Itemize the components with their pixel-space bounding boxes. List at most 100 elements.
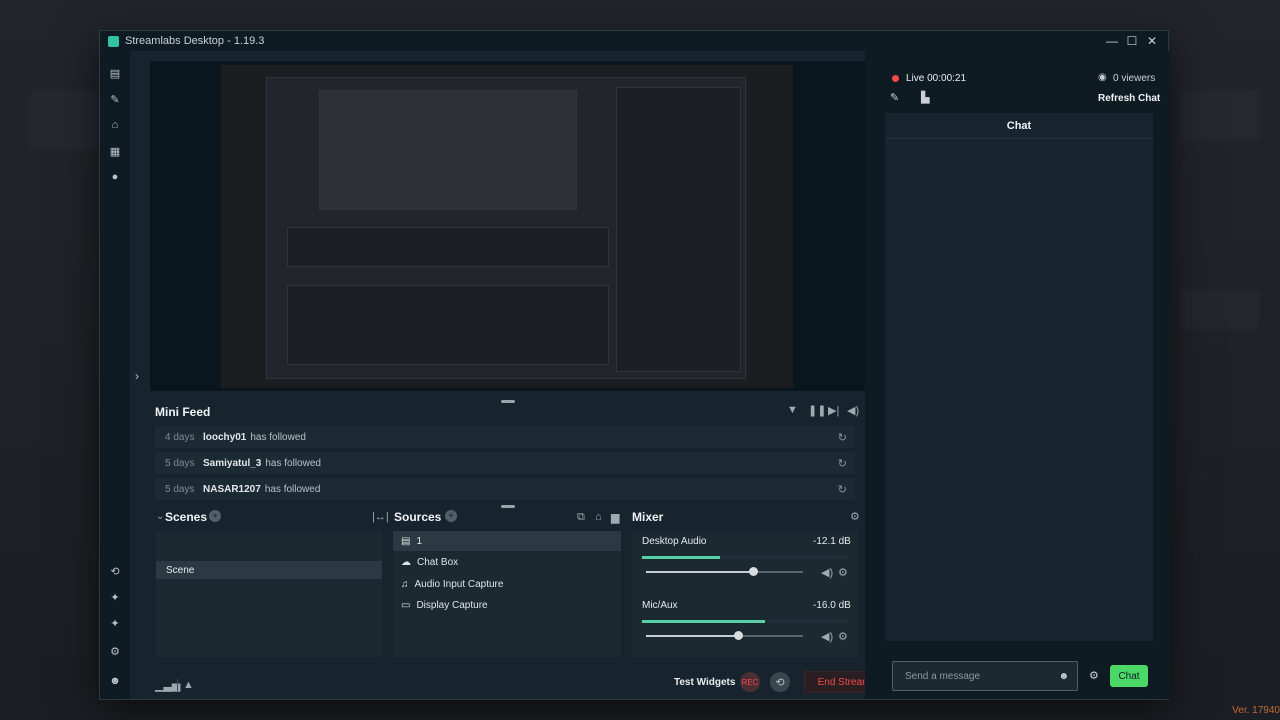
chat-settings-icon[interactable]: ⚙	[1089, 669, 1099, 682]
add-source-icon[interactable]: +	[445, 510, 457, 522]
chat-sidebar: Live 00:00:21 ◉ 0 viewers ✎ ▙ Refresh Ch…	[865, 51, 1170, 699]
chat-title: Chat	[1006, 120, 1032, 132]
eye-icon: ◉	[1098, 72, 1107, 83]
source-item[interactable]: ▭ Display Capture	[393, 595, 621, 615]
mixer-title: Mixer	[632, 510, 664, 524]
edit-icon[interactable]: ✎	[890, 91, 899, 104]
repeat-alert-icon[interactable]: ↻	[838, 483, 847, 496]
volume-icon[interactable]: ◀)	[847, 404, 859, 417]
volume-knob[interactable]	[749, 567, 758, 576]
mixer-channel-name: Mic/Aux	[642, 600, 678, 611]
source-item[interactable]: ☁ Chat Box	[393, 552, 621, 572]
channel-settings-icon[interactable]: ⚙	[838, 566, 848, 579]
stream-preview[interactable]	[150, 61, 865, 391]
drag-handle-docks[interactable]	[501, 505, 515, 508]
volume-slider[interactable]	[646, 571, 803, 573]
preview-display-capture	[221, 65, 793, 388]
maximize-button[interactable]: ☐	[1122, 31, 1142, 51]
volume-knob[interactable]	[734, 631, 743, 640]
scenes-collapse-chevron-icon[interactable]: ⌄	[156, 511, 164, 522]
record-button[interactable]: REC	[740, 672, 760, 692]
integrations-icon[interactable]: ⟲	[109, 565, 121, 578]
source-label: Display Capture	[416, 599, 488, 611]
left-navigation: ▤ ✎ ⌂ ▦ ● ⟲ ✦ ✦ ⚙ ☻	[100, 51, 130, 699]
chat-message-input[interactable]: Send a message ☻	[892, 661, 1078, 691]
alerts-icon[interactable]: ✦	[109, 617, 121, 630]
source-item[interactable]: ▤ 1	[393, 531, 621, 551]
settings-icon[interactable]: ⚙	[109, 645, 121, 658]
audio-meter	[642, 556, 847, 559]
feed-action: has followed	[264, 483, 321, 495]
expand-left-chevron-icon[interactable]: ›	[135, 369, 139, 383]
title-bar: Streamlabs Desktop - 1.19.3 — ☐ ✕	[100, 31, 1168, 51]
chat-divider	[885, 138, 1153, 139]
refresh-chat-button[interactable]: Refresh Chat	[1098, 93, 1160, 104]
replay-buffer-icon[interactable]: ⟲	[770, 672, 790, 692]
file-icon: ▤	[401, 535, 411, 547]
repeat-alert-icon[interactable]: ↻	[838, 457, 847, 470]
volume-slider[interactable]	[646, 635, 803, 637]
monitor-icon: ▭	[401, 599, 411, 611]
scene-collections-icon[interactable]: ▦	[109, 145, 121, 158]
live-timer: Live 00:00:21	[906, 73, 967, 84]
chat-placeholder: Send a message	[905, 670, 981, 682]
group-icon[interactable]: ⌂	[595, 511, 602, 523]
mixer-channel-db: -16.0 dB	[813, 600, 851, 611]
channel-settings-icon[interactable]: ⚙	[838, 630, 848, 643]
feed-time: 5 days	[165, 457, 195, 469]
nested-chat-panel	[616, 87, 741, 372]
chat-send-button[interactable]: Chat	[1110, 665, 1148, 687]
volume-slider-fill	[646, 635, 739, 637]
mixer-settings-icon[interactable]: ⚙	[850, 510, 860, 523]
popout-icon[interactable]: ▙	[921, 91, 929, 104]
feed-time: 5 days	[165, 483, 195, 495]
mute-icon[interactable]: ◀)	[821, 630, 833, 643]
feed-user: loochy01	[203, 431, 247, 443]
close-button[interactable]: ✕	[1142, 31, 1162, 51]
feed-user: Samiyatul_3	[203, 457, 262, 469]
pause-icon[interactable]: ❚❚	[808, 404, 826, 417]
nested-docks	[287, 285, 609, 365]
scenes-title: Scenes	[165, 510, 208, 524]
audio-meter-fill	[642, 620, 765, 623]
microphone-icon: ♫	[401, 578, 409, 590]
filter-icon[interactable]: ▼	[787, 404, 798, 416]
nested-screen-2	[319, 90, 577, 210]
store-icon[interactable]: ⌂	[109, 119, 121, 131]
mute-icon[interactable]: ◀)	[821, 566, 833, 579]
nested-minifeed	[287, 227, 609, 267]
profile-icon[interactable]: ☻	[109, 675, 121, 687]
app-logo-icon	[108, 35, 119, 47]
skip-icon[interactable]: ▶|	[828, 404, 839, 417]
sources-title: Sources	[394, 510, 442, 524]
selective-recording-icon[interactable]: ⧉	[577, 511, 585, 524]
studio-icon[interactable]: ▤	[109, 67, 121, 80]
record-icon[interactable]: ●	[109, 171, 121, 183]
folder-icon[interactable]: ▆	[611, 511, 619, 524]
window-title: Streamlabs Desktop - 1.19.3	[125, 35, 265, 47]
source-item[interactable]: ♫ Audio Input Capture	[393, 574, 621, 594]
chat-bubble-icon: ☁	[401, 556, 411, 568]
chat-area: Chat	[885, 113, 1153, 641]
feed-user: NASAR1207	[203, 483, 261, 495]
test-widgets-button[interactable]: Test Widgets	[674, 677, 735, 688]
feed-time: 4 days	[165, 431, 195, 443]
scenes-list	[156, 531, 382, 657]
feed-action: has followed	[265, 457, 321, 469]
themes-icon[interactable]: ✎	[109, 93, 121, 106]
footer-divider	[177, 679, 178, 691]
minifeed-title: Mini Feed	[155, 405, 211, 419]
volume-slider-fill	[646, 571, 753, 573]
scene-transitions-icon[interactable]: |↔|	[372, 511, 389, 523]
feed-row: 5 days NASAR1207 has followed ↻	[155, 478, 855, 500]
notifications-bell-icon[interactable]: ▲	[183, 679, 194, 691]
audio-meter	[642, 620, 847, 623]
mixer-channel-name: Desktop Audio	[642, 536, 707, 547]
audio-meter-fill	[642, 556, 720, 559]
dashboard-icon[interactable]: ✦	[109, 591, 121, 604]
add-scene-icon[interactable]: +	[209, 510, 221, 522]
scene-item[interactable]: Scene	[156, 561, 382, 579]
emoji-icon[interactable]: ☻	[1058, 671, 1069, 682]
repeat-alert-icon[interactable]: ↻	[838, 431, 847, 444]
minimize-button[interactable]: —	[1102, 31, 1122, 51]
